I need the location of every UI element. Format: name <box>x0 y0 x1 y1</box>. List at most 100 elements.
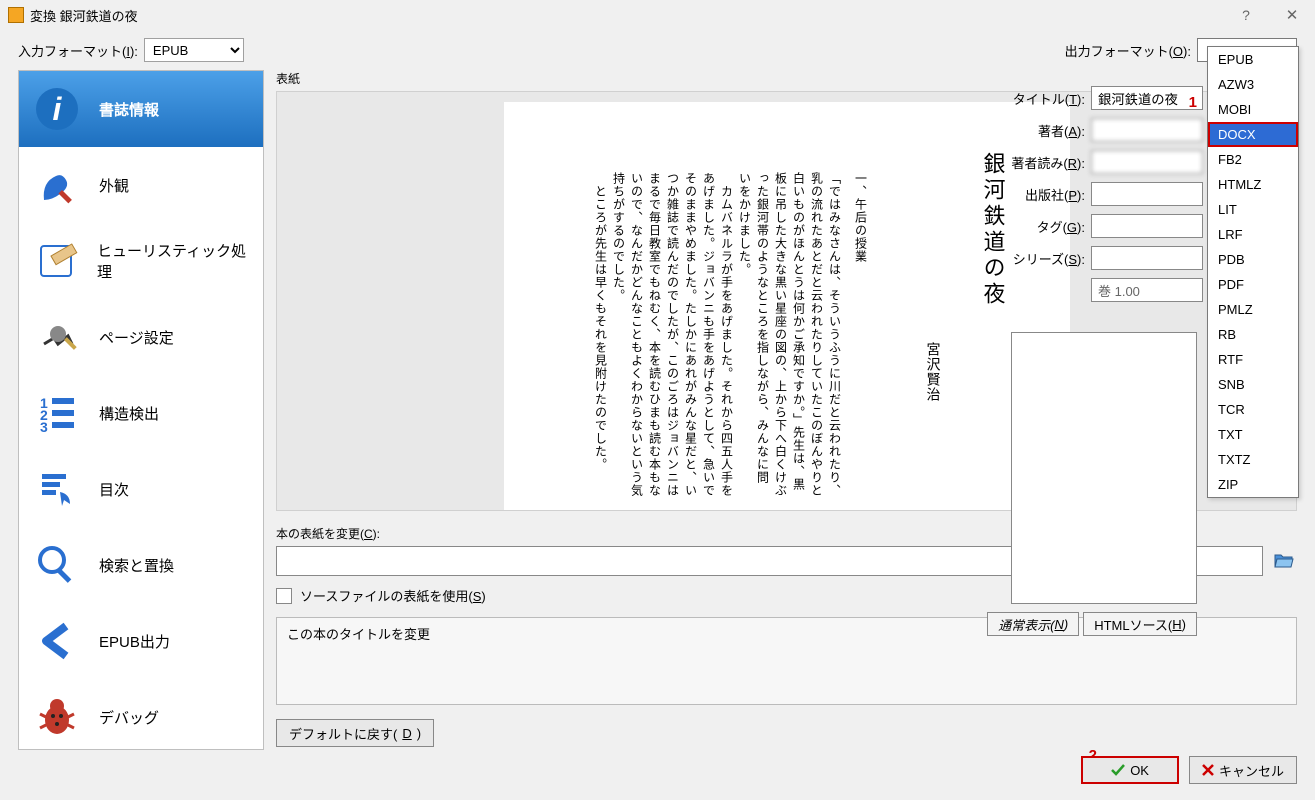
title-change-label: この本のタイトルを変更 <box>287 627 430 642</box>
format-option-fb2[interactable]: FB2 <box>1208 147 1298 172</box>
nav-epub-out[interactable]: EPUB出力 <box>19 603 263 679</box>
cover-body-line: いをかけました。 <box>736 152 754 511</box>
format-option-txtz[interactable]: TXTZ <box>1208 447 1298 472</box>
x-icon <box>1202 764 1214 776</box>
format-option-mobi[interactable]: MOBI <box>1208 97 1298 122</box>
cover-section-label: 表紙 <box>276 70 1297 87</box>
tab-html-source[interactable]: HTMLソース(H) <box>1083 612 1197 636</box>
nav-debug[interactable]: デバッグ <box>19 679 263 755</box>
input-format-label: 入力フォーマット(I): <box>18 41 138 60</box>
format-option-rb[interactable]: RB <box>1208 322 1298 347</box>
cover-body-line: いので、なんだかどんなこともよくわからないという気 <box>628 152 646 511</box>
svg-text:3: 3 <box>40 419 48 435</box>
check-icon <box>1111 764 1125 776</box>
restore-defaults-button[interactable]: デフォルトに戻す(D) <box>276 719 434 747</box>
cover-body-line: まるで毎日教室でもねむく、本を読むひまも読む本もな <box>646 152 664 511</box>
format-option-docx[interactable]: DOCX <box>1208 122 1298 147</box>
cover-body-line: 乳の流れたあとだと云われたりしていたこのぼんやりと <box>808 152 826 511</box>
folder-open-icon <box>1274 552 1294 570</box>
volume-spinner[interactable]: 巻 1.00 <box>1091 278 1203 302</box>
nav-look-icon <box>33 161 81 209</box>
nav-metadata-icon: i <box>33 85 81 133</box>
format-option-htmlz[interactable]: HTMLZ <box>1208 172 1298 197</box>
tags-field-label: タグ(G): <box>1037 217 1085 236</box>
cancel-button[interactable]: キャンセル <box>1189 756 1297 784</box>
output-format-label: 出力フォーマット(O): <box>1065 41 1191 60</box>
input-format-select[interactable]: EPUB <box>144 38 244 62</box>
format-option-tcr[interactable]: TCR <box>1208 397 1298 422</box>
nav-page[interactable]: ページ設定 <box>19 299 263 375</box>
annotation-marker-1: 1 <box>1189 94 1197 111</box>
cover-body-line: そのままやめました。たしかにあれがみんな星だと、い <box>682 152 700 511</box>
title-field-label: タイトル(T): <box>1013 89 1085 108</box>
metadata-form: タイトル(T): 著者(A): 著者読み(R): 出版社(P): タグ(G): シリーズ(… <box>907 86 1203 310</box>
nav-look[interactable]: 外観 <box>19 147 263 223</box>
cover-body-line: 「ではみなさんは、そういうふうに川だと云われたり、 <box>826 152 844 511</box>
app-icon <box>8 7 24 23</box>
cover-body-line: カムバネルラが手をあげました。それから四五人手を <box>718 152 736 511</box>
svg-text:i: i <box>53 91 63 127</box>
cover-body-line: 白いものがほんとうは何かご承知ですか。」先生は、黒 <box>790 152 808 511</box>
format-option-rtf[interactable]: RTF <box>1208 347 1298 372</box>
cover-body-heading: 一、午后の授業 <box>852 152 870 511</box>
nav-toc-icon <box>33 465 81 513</box>
format-option-pdb[interactable]: PDB <box>1208 247 1298 272</box>
author-field[interactable] <box>1091 118 1203 142</box>
nav-toc[interactable]: 目次 <box>19 451 263 527</box>
help-button[interactable]: ? <box>1223 0 1269 30</box>
format-option-lit[interactable]: LIT <box>1208 197 1298 222</box>
window-title: 変換 銀河鉄道の夜 <box>30 6 138 25</box>
format-option-pmlz[interactable]: PMLZ <box>1208 297 1298 322</box>
series-field-label: シリーズ(S): <box>1013 249 1085 268</box>
publisher-field[interactable] <box>1091 182 1203 206</box>
nav-debug-icon <box>33 693 81 741</box>
nav-label: ヒューリスティック処理 <box>97 240 249 282</box>
nav-label: ページ設定 <box>99 327 174 348</box>
nav-label: デバッグ <box>99 707 159 728</box>
format-option-lrf[interactable]: LRF <box>1208 222 1298 247</box>
nav-label: 構造検出 <box>99 403 159 424</box>
titlebar: 変換 銀河鉄道の夜 ? ✕ <box>0 0 1315 30</box>
output-format-dropdown[interactable]: EPUBAZW3MOBIDOCXFB2HTMLZLITLRFPDBPDFPMLZ… <box>1207 46 1299 498</box>
nav-label: 外観 <box>99 175 129 196</box>
cover-body-line: つか雑誌で読んだのでしたが、このごろはジョバンニは <box>664 152 682 511</box>
cover-body-line: ところが先生は早くもそれを見附けたのでした。 <box>592 152 610 511</box>
format-option-snb[interactable]: SNB <box>1208 372 1298 397</box>
format-option-txt[interactable]: TXT <box>1208 422 1298 447</box>
nav-label: 書誌情報 <box>99 99 159 120</box>
ok-button[interactable]: OK <box>1081 756 1179 784</box>
series-field[interactable] <box>1091 246 1203 270</box>
format-bar: 入力フォーマット(I): EPUB 出力フォーマット(O): <box>0 30 1315 70</box>
sidebar: i 書誌情報外観ヒューリスティック処理ページ設定 123 構造検出目次検索と置換 EPU… <box>18 70 264 750</box>
cover-body-line: った銀河帯のようなところを指しながら、みんなに問 <box>754 152 772 511</box>
author-sort-field[interactable] <box>1091 150 1203 174</box>
use-source-cover-label: ソースファイルの表紙を使用(S) <box>300 586 486 605</box>
nav-label: EPUB出力 <box>99 631 170 652</box>
format-option-epub[interactable]: EPUB <box>1208 47 1298 72</box>
nav-metadata[interactable]: i 書誌情報 <box>19 71 263 147</box>
nav-structure-icon: 123 <box>33 389 81 437</box>
author-field-label: 著者(A): <box>1038 121 1085 140</box>
format-option-azw3[interactable]: AZW3 <box>1208 72 1298 97</box>
tab-normal-view[interactable]: 通常表示(N) <box>987 612 1079 636</box>
nav-label: 検索と置換 <box>99 555 174 576</box>
nav-page-icon <box>33 313 81 361</box>
format-option-zip[interactable]: ZIP <box>1208 472 1298 497</box>
browse-cover-button[interactable] <box>1271 548 1297 574</box>
cover-body-line: 板に吊した大きな黒い星座の図の、上から下へ白くけぶ <box>772 152 790 511</box>
nav-search-icon <box>33 541 81 589</box>
title-field[interactable] <box>1091 86 1203 110</box>
cover-body-line: あげました。ジョバンニも手をあげようとして、急いで <box>700 152 718 511</box>
nav-search[interactable]: 検索と置換 <box>19 527 263 603</box>
author-sort-field-label: 著者読み(R): <box>1011 153 1085 172</box>
format-option-pdf[interactable]: PDF <box>1208 272 1298 297</box>
publisher-field-label: 出版社(P): <box>1025 185 1085 204</box>
nav-epub-out-icon <box>33 617 81 665</box>
nav-structure[interactable]: 123 構造検出 <box>19 375 263 451</box>
nav-heuristic-icon <box>33 237 79 285</box>
cover-body-line: 持ちがするのでした。 <box>610 152 628 511</box>
tags-field[interactable] <box>1091 214 1203 238</box>
nav-heuristic[interactable]: ヒューリスティック処理 <box>19 223 263 299</box>
comments-textarea[interactable] <box>1011 332 1197 604</box>
close-button[interactable]: ✕ <box>1269 0 1315 30</box>
